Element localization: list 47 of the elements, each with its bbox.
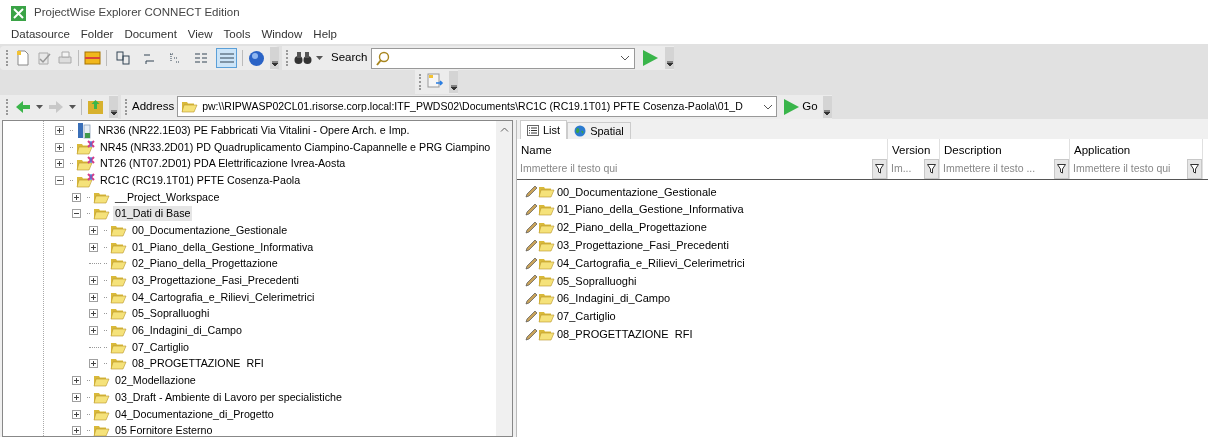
tree-item[interactable]: 01_Piano_della_Gestione_Informativa [130,239,316,255]
column-header[interactable]: Name [517,139,887,159]
tree-item[interactable]: 07_Cartiglio [130,339,192,355]
menu-item[interactable]: Help [313,26,337,44]
table-cell-text: 04_Cartografia_e_Rilievi_Celerimetrici [557,255,745,271]
tree-item[interactable]: NR36 (NR22.1E03) PE Fabbricati Via Vitalini - Opere Arch. e Imp. [96,122,412,138]
tree-item[interactable]: 02_Modellazione [113,373,198,389]
table-cell-text: 08_PROGETTAZIONE RFI [557,327,693,342]
column-header[interactable]: Description [940,139,1069,159]
go-button[interactable]: Go [780,95,820,118]
table-cell-text: 06_Indagini_di_Campo [557,291,671,307]
address-combo-field[interactable]: pw:\\RIPWASP02CL01.risorse.corp.local:ITF_PWDS02\Documents\RC1C (RC19.1T01) PFTE Cosenza-Paola\01_D [177,96,778,117]
menu-item[interactable]: Folder [80,26,114,44]
table-cell-text: 05_Sopralluoghi [557,273,637,289]
tree-item[interactable]: 08_PROGETTAZIONE RFI [130,356,266,372]
tree-item[interactable]: RC1C (RC19.1T01) PFTE Cosenza-Paola [98,172,303,188]
tree-item[interactable]: __Project_Workspace [113,189,222,205]
view-tab[interactable]: Spatial [567,122,631,139]
menu-item[interactable]: Datasource [11,26,70,44]
column-header[interactable]: Application [1070,139,1202,159]
tree-item[interactable]: NT26 (NT07.2D01) PDA Elettrificazione Ivrea-Aosta [98,156,348,172]
table-cell-text: 00_Documentazione_Gestionale [557,184,717,200]
tree-item[interactable]: NR45 (NR33.2D01) PD Quadruplicamento Ciampino-Capannelle e PRG Ciampino [98,139,493,155]
table-cell-text: 07_Cartiglio [557,309,616,325]
tree-item[interactable]: 04_Documentazione_di_Progetto [113,406,276,422]
view-tab[interactable]: List [520,120,568,139]
column-header[interactable]: Version [888,139,939,159]
tree-item[interactable]: 00_Documentazione_Gestionale [130,222,290,238]
tree-item[interactable]: 06_Indagini_di_Campo [130,323,244,339]
search-label: Search [331,50,368,66]
tree-item[interactable]: 03_Progettazione_Fasi_Precedenti [130,273,301,289]
tree-item[interactable]: 01_Dati di Base [113,206,193,222]
tree-item[interactable]: 02_Piano_della_Progettazione [130,256,280,272]
menu-item[interactable]: Document [124,26,177,44]
tree-item[interactable]: 03_Draft - Ambiente di Lavoro per specialistiche [113,389,344,405]
menu-item[interactable]: Window [261,26,303,44]
table-cell-text: 03_Progettazione_Fasi_Precedenti [557,238,729,254]
address-path: pw:\\RIPWASP02CL01.risorse.corp.local:ITF_PWDS02\Documents\RC1C (RC19.1T01) PFTE Cosenza-Paola\01_D [202,98,744,114]
tree-item[interactable]: 04_Cartografia_e_Rilievi_Celerimetrici [130,289,317,305]
tree-item[interactable]: 05_Sopralluoghi [130,306,212,322]
table-cell-text: 02_Piano_della_Progettazione [557,220,707,236]
table-cell-text: 01_Piano_della_Gestione_Informativa [557,202,744,218]
address-label: Address [132,98,175,114]
window-title: ProjectWise Explorer CONNECT Edition [34,5,240,21]
tree-item[interactable]: 05 Fornitore Esterno [113,423,215,436]
menu-item[interactable]: View [187,26,213,44]
menu-item[interactable]: Tools [223,26,251,44]
